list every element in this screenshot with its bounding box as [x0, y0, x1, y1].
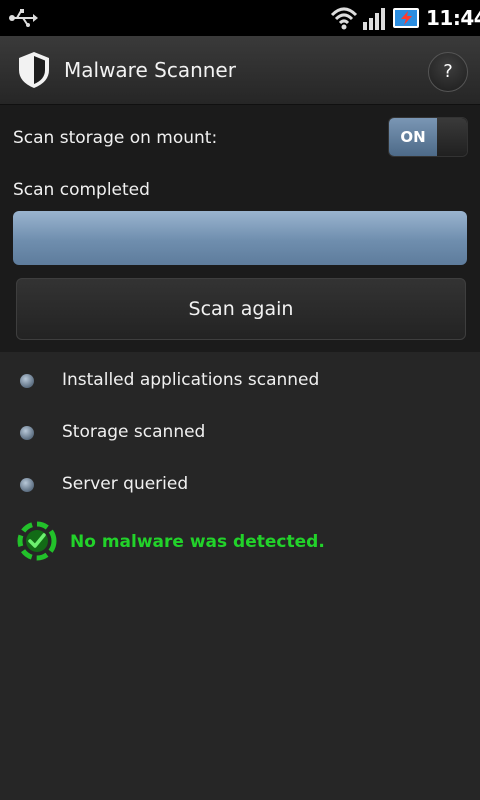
- checklist-label: Server queried: [62, 474, 189, 494]
- result-message: No malware was detected.: [70, 532, 325, 552]
- shield-icon: [19, 52, 49, 88]
- bullet-icon: [20, 426, 34, 440]
- scan-on-mount-label: Scan storage on mount:: [13, 128, 218, 148]
- scan-progress-fill: [13, 211, 467, 265]
- bullet-icon: [20, 374, 34, 388]
- scan-on-mount-toggle[interactable]: ON: [388, 117, 468, 157]
- toggle-on-label: ON: [389, 118, 437, 156]
- list-item: Installed applications scanned: [0, 355, 480, 407]
- wifi-icon: [330, 7, 358, 30]
- list-item: Storage scanned: [0, 407, 480, 459]
- checklist-label: Installed applications scanned: [62, 370, 320, 390]
- checklist-label: Storage scanned: [62, 422, 206, 442]
- signal-icon: [363, 8, 385, 30]
- scan-progress-bar: [13, 211, 467, 265]
- scan-again-button[interactable]: Scan again: [16, 278, 466, 340]
- bullet-icon: [20, 478, 34, 492]
- app-header: Malware Scanner ?: [0, 36, 480, 105]
- clock: 11:44: [426, 6, 480, 30]
- app-title: Malware Scanner: [64, 58, 236, 82]
- toggle-knob: [437, 118, 467, 156]
- scan-result: No malware was detected.: [0, 514, 480, 570]
- list-item: Server queried: [0, 459, 480, 511]
- usb-icon: [9, 9, 38, 27]
- help-button[interactable]: ?: [428, 52, 468, 92]
- battery-charging-icon: [393, 8, 419, 28]
- green-check-icon: [17, 521, 57, 561]
- scan-status-text: Scan completed: [13, 180, 150, 200]
- status-bar: 11:44: [0, 0, 480, 36]
